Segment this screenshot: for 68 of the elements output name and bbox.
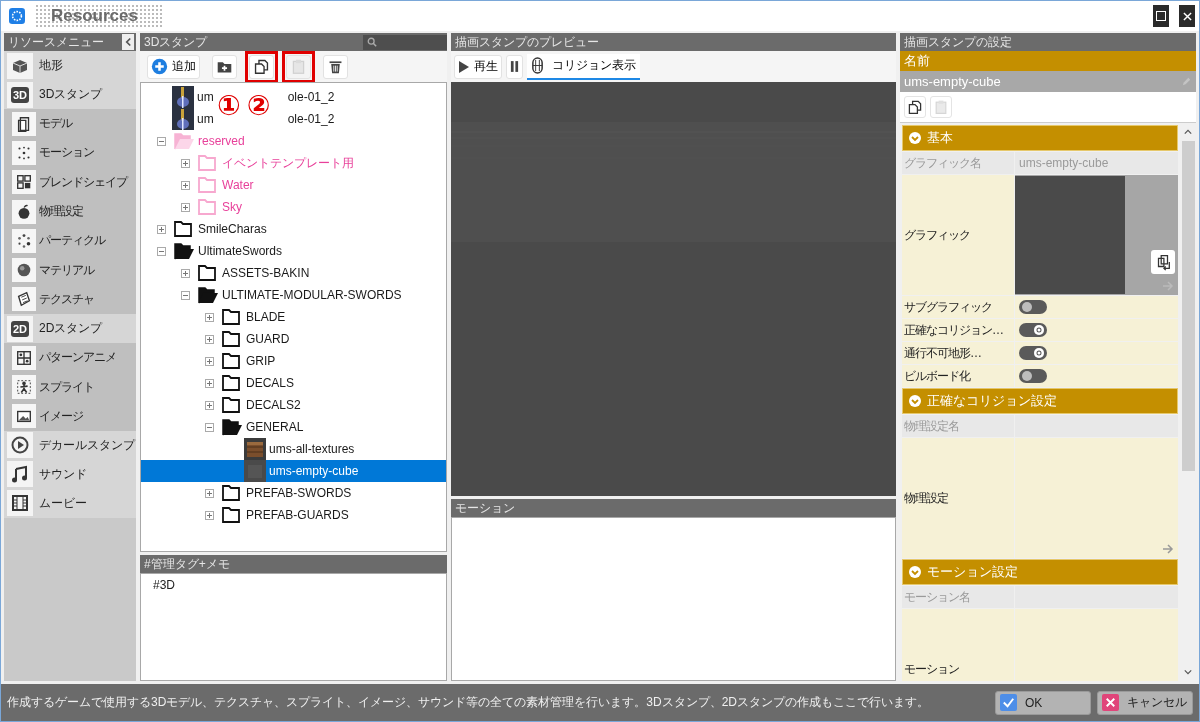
- menu-item[interactable]: スプライト: [4, 372, 136, 402]
- menu-item[interactable]: ムービー: [4, 488, 136, 518]
- menu-item[interactable]: モデル: [4, 109, 136, 139]
- badge-icon: 3D: [10, 86, 30, 103]
- panel-title: リソースメニュー: [8, 33, 104, 51]
- callout-number: ②: [246, 89, 271, 123]
- menu-item[interactable]: パーティクル: [4, 226, 136, 256]
- menu-item[interactable]: デカールスタンプ: [4, 430, 136, 460]
- menu-item[interactable]: ブレンドシェイプ: [4, 167, 136, 197]
- tree-item[interactable]: Water: [141, 174, 446, 196]
- tree-item[interactable]: UltimateSwords: [141, 240, 446, 262]
- property-label: サブグラフィック: [902, 296, 1014, 318]
- property-label: ビルボード化: [902, 365, 1014, 387]
- panel-title: 描画スタンプのプレビュー: [455, 33, 599, 51]
- menu-item[interactable]: 物理設定: [4, 196, 136, 227]
- tree-item[interactable]: ASSETS-BAKIN: [141, 262, 446, 284]
- menu-item[interactable]: マテリアル: [4, 255, 136, 285]
- tree-item[interactable]: um: [197, 90, 214, 104]
- panel-title: モーション: [455, 499, 515, 517]
- tree-item[interactable]: GENERAL: [141, 416, 446, 438]
- window-title: Resources: [35, 4, 162, 28]
- tree-item[interactable]: イベントテンプレート用: [141, 152, 446, 174]
- tree-item[interactable]: BLADE: [141, 306, 446, 328]
- tree-item[interactable]: PREFAB-SWORDS: [141, 482, 446, 504]
- tree-item-text: ole-01_2: [287, 90, 335, 104]
- tree-item[interactable]: reserved: [141, 130, 446, 152]
- property-label: モーション名: [902, 586, 1014, 608]
- property-label: 通行不可地形…: [902, 342, 1014, 364]
- ok-button[interactable]: OK: [995, 690, 1091, 715]
- add-button[interactable]: 追加: [147, 54, 200, 79]
- panel-title: 描画スタンプの設定: [904, 33, 1012, 51]
- menu-item[interactable]: モーション: [4, 138, 136, 168]
- tree-item[interactable]: ums-empty-cube: [141, 460, 446, 482]
- tree-item[interactable]: ums-all-textures: [141, 438, 446, 460]
- panel-title: 3Dスタンプ: [144, 33, 208, 51]
- collision-tab[interactable]: コリジョン表示: [527, 53, 640, 80]
- menu-item[interactable]: テクスチャ: [4, 284, 136, 315]
- property-label: 物理設定: [902, 438, 1014, 558]
- tree-item[interactable]: DECALS2: [141, 394, 446, 416]
- property-label: グラフィック名: [902, 152, 1014, 174]
- tree-item[interactable]: Sky: [141, 196, 446, 218]
- tree-item[interactable]: PREFAB-GUARDS: [141, 504, 446, 526]
- tree-item[interactable]: um: [197, 112, 214, 126]
- tree-item[interactable]: GRIP: [141, 350, 446, 372]
- tree-item-text: ole-01_2: [287, 112, 335, 126]
- menu-item[interactable]: サウンド: [4, 459, 136, 489]
- name-header: 名前: [900, 51, 1196, 71]
- property-label: 物理設定名: [902, 415, 1014, 437]
- callout-number: ①: [217, 89, 241, 123]
- menu-item[interactable]: 2D 2Dスタンプ: [4, 314, 136, 344]
- property-label: グラフィック: [902, 175, 1014, 295]
- tree-item[interactable]: SmileCharas: [141, 218, 446, 240]
- menu-item[interactable]: パターンアニメ: [4, 343, 136, 373]
- property-label: モーション: [902, 609, 1014, 681]
- tree-item[interactable]: DECALS: [141, 372, 446, 394]
- property-label: 正確なコリジョン…: [902, 319, 1014, 341]
- status-text: 作成するゲームで使用する3Dモデル、テクスチャ、スプライト、イメージ、サウンド等の全ての素材管理を行います。3Dスタンプ、2Dスタンプの作成もここで行います。: [7, 694, 931, 711]
- tree-item[interactable]: GUARD: [141, 328, 446, 350]
- cancel-button[interactable]: キャンセル: [1097, 690, 1193, 715]
- menu-item[interactable]: イメージ: [4, 401, 136, 431]
- panel-title: #管理タグ+メモ: [144, 555, 230, 573]
- badge-icon: 2D: [10, 320, 30, 337]
- property-value: ums-empty-cube: [1019, 156, 1109, 170]
- tree-item[interactable]: ULTIMATE-MODULAR-SWORDS: [141, 284, 446, 306]
- menu-item[interactable]: 地形: [4, 51, 136, 80]
- menu-item[interactable]: 3D 3Dスタンプ: [4, 80, 136, 109]
- play-button[interactable]: 再生: [454, 54, 502, 79]
- memo-field[interactable]: #3D: [140, 573, 447, 681]
